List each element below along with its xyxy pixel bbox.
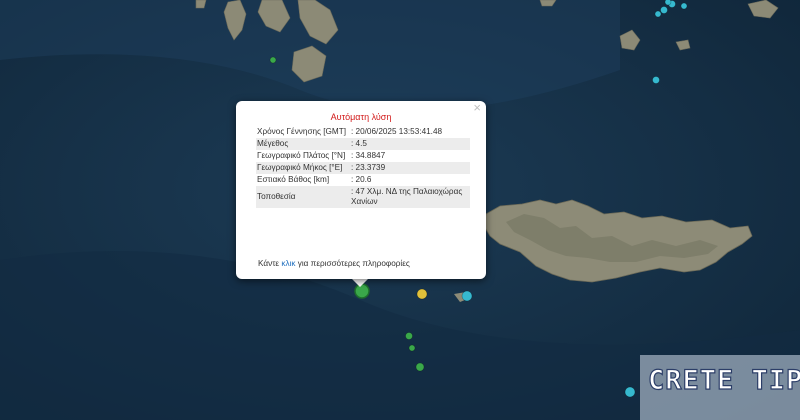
close-icon[interactable]: × <box>473 101 481 115</box>
earthquake-marker[interactable] <box>660 6 668 14</box>
info-value: : 23.3739 <box>350 162 470 174</box>
info-label: Μέγεθος <box>256 138 350 150</box>
popup-title: Αυτόματη λύση <box>330 112 392 122</box>
more-info-link[interactable]: κλικ <box>281 259 295 268</box>
earthquake-details-table: Χρόνος Γέννησης [GMT] : 20/06/2025 13:53:… <box>256 126 470 208</box>
popup-pointer <box>351 278 369 287</box>
info-value: : 34.8847 <box>351 151 386 160</box>
info-label: Τοποθεσία <box>256 186 350 208</box>
earthquake-marker[interactable] <box>461 290 473 302</box>
earthquake-marker[interactable] <box>654 10 662 18</box>
info-value: : 20/06/2025 13:53:41.48 <box>351 127 443 136</box>
earthquake-marker[interactable] <box>624 386 636 398</box>
info-row: Γεωγραφικό Μήκος [°E]: 23.3739 <box>256 162 470 174</box>
earthquake-marker[interactable] <box>408 344 416 352</box>
earthquake-marker[interactable] <box>664 0 672 6</box>
info-label: Χρόνος Γέννησης [GMT] <box>257 127 347 136</box>
earthquake-marker[interactable] <box>680 2 688 10</box>
info-label: Γεωγραφικό Πλάτος [°N] <box>257 151 346 160</box>
info-value: : 47 Χλμ. ΝΔ της Παλαιοχώρας Χανίων <box>350 186 470 208</box>
info-label: Εστιακό Βάθος [km] <box>257 175 330 184</box>
info-row: Χρόνος Γέννησης [GMT] : 20/06/2025 13:53:… <box>256 126 470 138</box>
info-row: Εστιακό Βάθος [km] : 20.6 <box>256 174 470 186</box>
earthquake-marker[interactable] <box>405 332 413 340</box>
popup-footer: Κάντε κλικ για περισσότερες πληροφορίες <box>258 259 410 268</box>
footer-text-after: για περισσότερες πληροφορίες <box>295 259 410 268</box>
info-value: : 4.5 <box>350 138 470 150</box>
earthquake-marker[interactable] <box>415 362 425 372</box>
earthquake-marker[interactable] <box>416 288 428 300</box>
info-row: Μέγεθος: 4.5 <box>256 138 470 150</box>
watermark: CRETE TIP <box>640 355 800 420</box>
earthquake-marker[interactable] <box>652 76 660 84</box>
earthquake-info-popup: × Αυτόματη λύση Χρόνος Γέννησης [GMT] : 2… <box>236 101 486 279</box>
footer-text-before: Κάντε <box>258 259 282 268</box>
watermark-text: CRETE TIP <box>647 364 800 396</box>
earthquake-marker[interactable] <box>269 56 277 64</box>
info-row: Γεωγραφικό Πλάτος [°N] : 34.8847 <box>256 150 470 162</box>
info-row: Τοποθεσία: 47 Χλμ. ΝΔ της Παλαιοχώρας Χα… <box>256 186 470 208</box>
info-value: : 20.6 <box>351 175 372 184</box>
info-label: Γεωγραφικό Μήκος [°E] <box>256 162 350 174</box>
